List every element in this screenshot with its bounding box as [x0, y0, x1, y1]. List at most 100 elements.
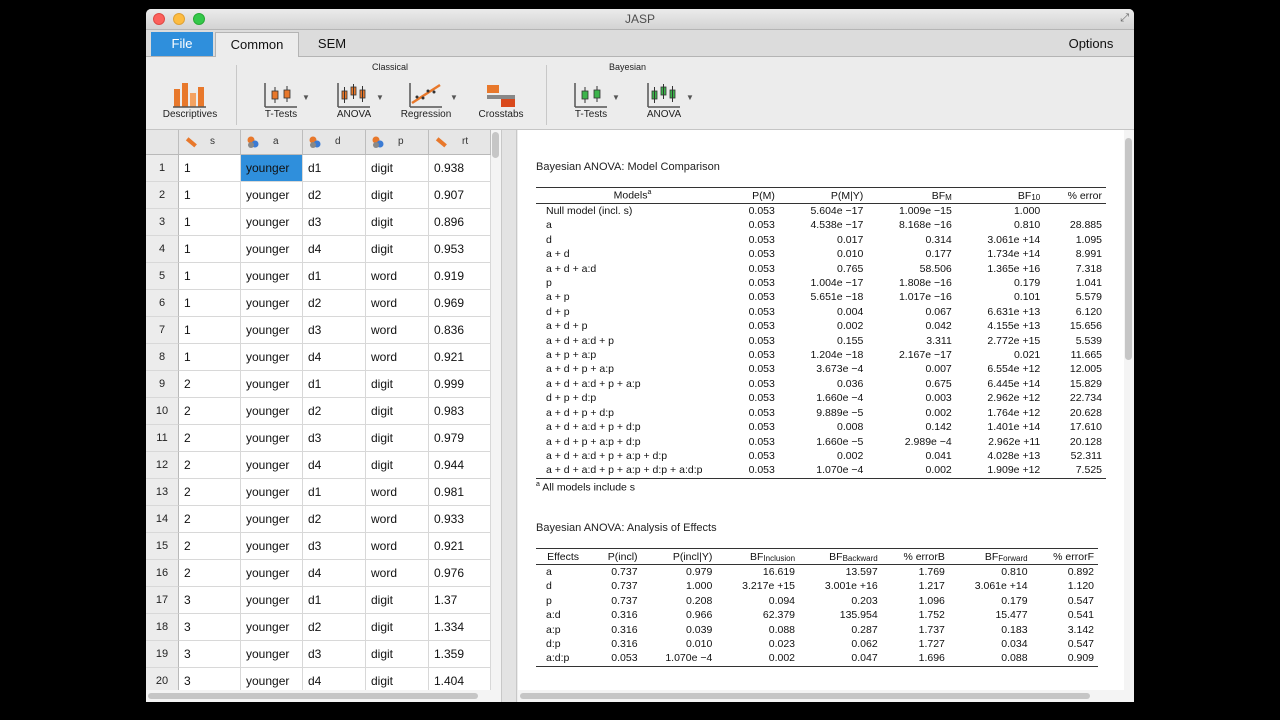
grid-cell[interactable]: younger	[241, 182, 303, 209]
grid-cell[interactable]: younger	[241, 614, 303, 641]
grid-cell[interactable]: younger	[241, 155, 303, 182]
grid-cell[interactable]: word	[366, 263, 429, 290]
grid-cell[interactable]: younger	[241, 371, 303, 398]
bayesian-anova-button[interactable]: ANOVA ▼	[644, 81, 694, 120]
grid-cell[interactable]: d4	[303, 236, 366, 263]
grid-cell[interactable]: 0.919	[429, 263, 491, 290]
grid-cell[interactable]: 1	[179, 182, 241, 209]
row-number[interactable]: 12	[146, 452, 179, 479]
grid-cell[interactable]: d4	[303, 668, 366, 690]
grid-cell[interactable]: 2	[179, 452, 241, 479]
grid-cell[interactable]: digit	[366, 209, 429, 236]
grid-cell[interactable]: 1.334	[429, 614, 491, 641]
bayesian-t-tests-button[interactable]: T-Tests ▼	[566, 81, 620, 120]
grid-cell[interactable]: 0.976	[429, 560, 491, 587]
row-number[interactable]: 2	[146, 182, 179, 209]
data-grid[interactable]: s a d p rt 1 1 younger d1 digit 0.938 2 1 younge…	[146, 130, 491, 690]
grid-cell[interactable]: 1.37	[429, 587, 491, 614]
row-number[interactable]: 15	[146, 533, 179, 560]
grid-cell[interactable]: d2	[303, 506, 366, 533]
grid-cell[interactable]: younger	[241, 398, 303, 425]
grid-cell[interactable]: 1	[179, 290, 241, 317]
row-number[interactable]: 16	[146, 560, 179, 587]
grid-horizontal-scrollbar[interactable]	[146, 690, 501, 702]
grid-cell[interactable]: younger	[241, 533, 303, 560]
grid-cell[interactable]: d4	[303, 452, 366, 479]
column-header-d[interactable]: d	[303, 130, 366, 154]
grid-cell[interactable]: word	[366, 506, 429, 533]
row-number[interactable]: 18	[146, 614, 179, 641]
grid-cell[interactable]: 0.999	[429, 371, 491, 398]
grid-cell[interactable]: 0.933	[429, 506, 491, 533]
grid-cell[interactable]: younger	[241, 587, 303, 614]
tab-common[interactable]: Common	[215, 32, 299, 57]
grid-cell[interactable]: 1	[179, 263, 241, 290]
grid-cell[interactable]: younger	[241, 317, 303, 344]
grid-cell[interactable]: digit	[366, 236, 429, 263]
grid-cell[interactable]: 0.944	[429, 452, 491, 479]
grid-cell[interactable]: digit	[366, 452, 429, 479]
grid-cell[interactable]: 2	[179, 506, 241, 533]
grid-cell[interactable]: d1	[303, 263, 366, 290]
column-header-p[interactable]: p	[366, 130, 429, 154]
grid-cell[interactable]: 0.921	[429, 533, 491, 560]
tab-sem[interactable]: SEM	[306, 32, 358, 56]
row-number[interactable]: 10	[146, 398, 179, 425]
grid-cell[interactable]: word	[366, 533, 429, 560]
tab-options[interactable]: Options	[1056, 32, 1126, 56]
row-number[interactable]: 4	[146, 236, 179, 263]
grid-cell[interactable]: d3	[303, 317, 366, 344]
row-number[interactable]: 9	[146, 371, 179, 398]
grid-cell[interactable]: 2	[179, 533, 241, 560]
tab-file[interactable]: File	[151, 32, 213, 56]
grid-cell[interactable]: digit	[366, 371, 429, 398]
column-header-s[interactable]: s	[179, 130, 241, 154]
grid-cell[interactable]: 1	[179, 155, 241, 182]
row-number[interactable]: 6	[146, 290, 179, 317]
column-header-rt[interactable]: rt	[429, 130, 491, 154]
row-number[interactable]: 14	[146, 506, 179, 533]
grid-cell[interactable]: 0.983	[429, 398, 491, 425]
grid-cell[interactable]: d1	[303, 587, 366, 614]
grid-cell[interactable]: 1	[179, 317, 241, 344]
grid-cell[interactable]: younger	[241, 209, 303, 236]
grid-cell[interactable]: 0.981	[429, 479, 491, 506]
grid-cell[interactable]: younger	[241, 425, 303, 452]
grid-cell[interactable]: 1	[179, 344, 241, 371]
pane-splitter[interactable]	[501, 130, 517, 702]
grid-cell[interactable]: younger	[241, 452, 303, 479]
grid-cell[interactable]: d3	[303, 533, 366, 560]
grid-cell[interactable]: 3	[179, 587, 241, 614]
grid-cell[interactable]: 0.979	[429, 425, 491, 452]
scrollbar-thumb[interactable]	[1125, 138, 1132, 360]
grid-cell[interactable]: 3	[179, 668, 241, 690]
grid-cell[interactable]: 2	[179, 560, 241, 587]
grid-cell[interactable]: d2	[303, 398, 366, 425]
grid-cell[interactable]: younger	[241, 290, 303, 317]
row-number[interactable]: 11	[146, 425, 179, 452]
descriptives-button[interactable]: Descriptives	[158, 81, 222, 120]
grid-cell[interactable]: 2	[179, 371, 241, 398]
grid-cell[interactable]: 1	[179, 209, 241, 236]
grid-cell[interactable]: 0.896	[429, 209, 491, 236]
scrollbar-thumb[interactable]	[520, 693, 1090, 699]
grid-cell[interactable]: digit	[366, 425, 429, 452]
row-number[interactable]: 3	[146, 209, 179, 236]
grid-cell[interactable]: digit	[366, 155, 429, 182]
grid-cell[interactable]: word	[366, 317, 429, 344]
row-number[interactable]: 20	[146, 668, 179, 690]
scrollbar-thumb[interactable]	[492, 132, 499, 158]
crosstabs-button[interactable]: Crosstabs	[474, 81, 528, 120]
grid-cell[interactable]: younger	[241, 479, 303, 506]
grid-cell[interactable]: 2	[179, 479, 241, 506]
grid-cell[interactable]: d2	[303, 182, 366, 209]
grid-cell[interactable]: word	[366, 479, 429, 506]
grid-cell[interactable]: 1.359	[429, 641, 491, 668]
row-number[interactable]: 5	[146, 263, 179, 290]
scrollbar-thumb[interactable]	[148, 693, 478, 699]
grid-cell[interactable]: d3	[303, 425, 366, 452]
grid-cell[interactable]: 2	[179, 398, 241, 425]
results-horizontal-scrollbar[interactable]	[518, 690, 1124, 702]
grid-cell[interactable]: d4	[303, 560, 366, 587]
anova-button[interactable]: ANOVA ▼	[334, 81, 384, 120]
